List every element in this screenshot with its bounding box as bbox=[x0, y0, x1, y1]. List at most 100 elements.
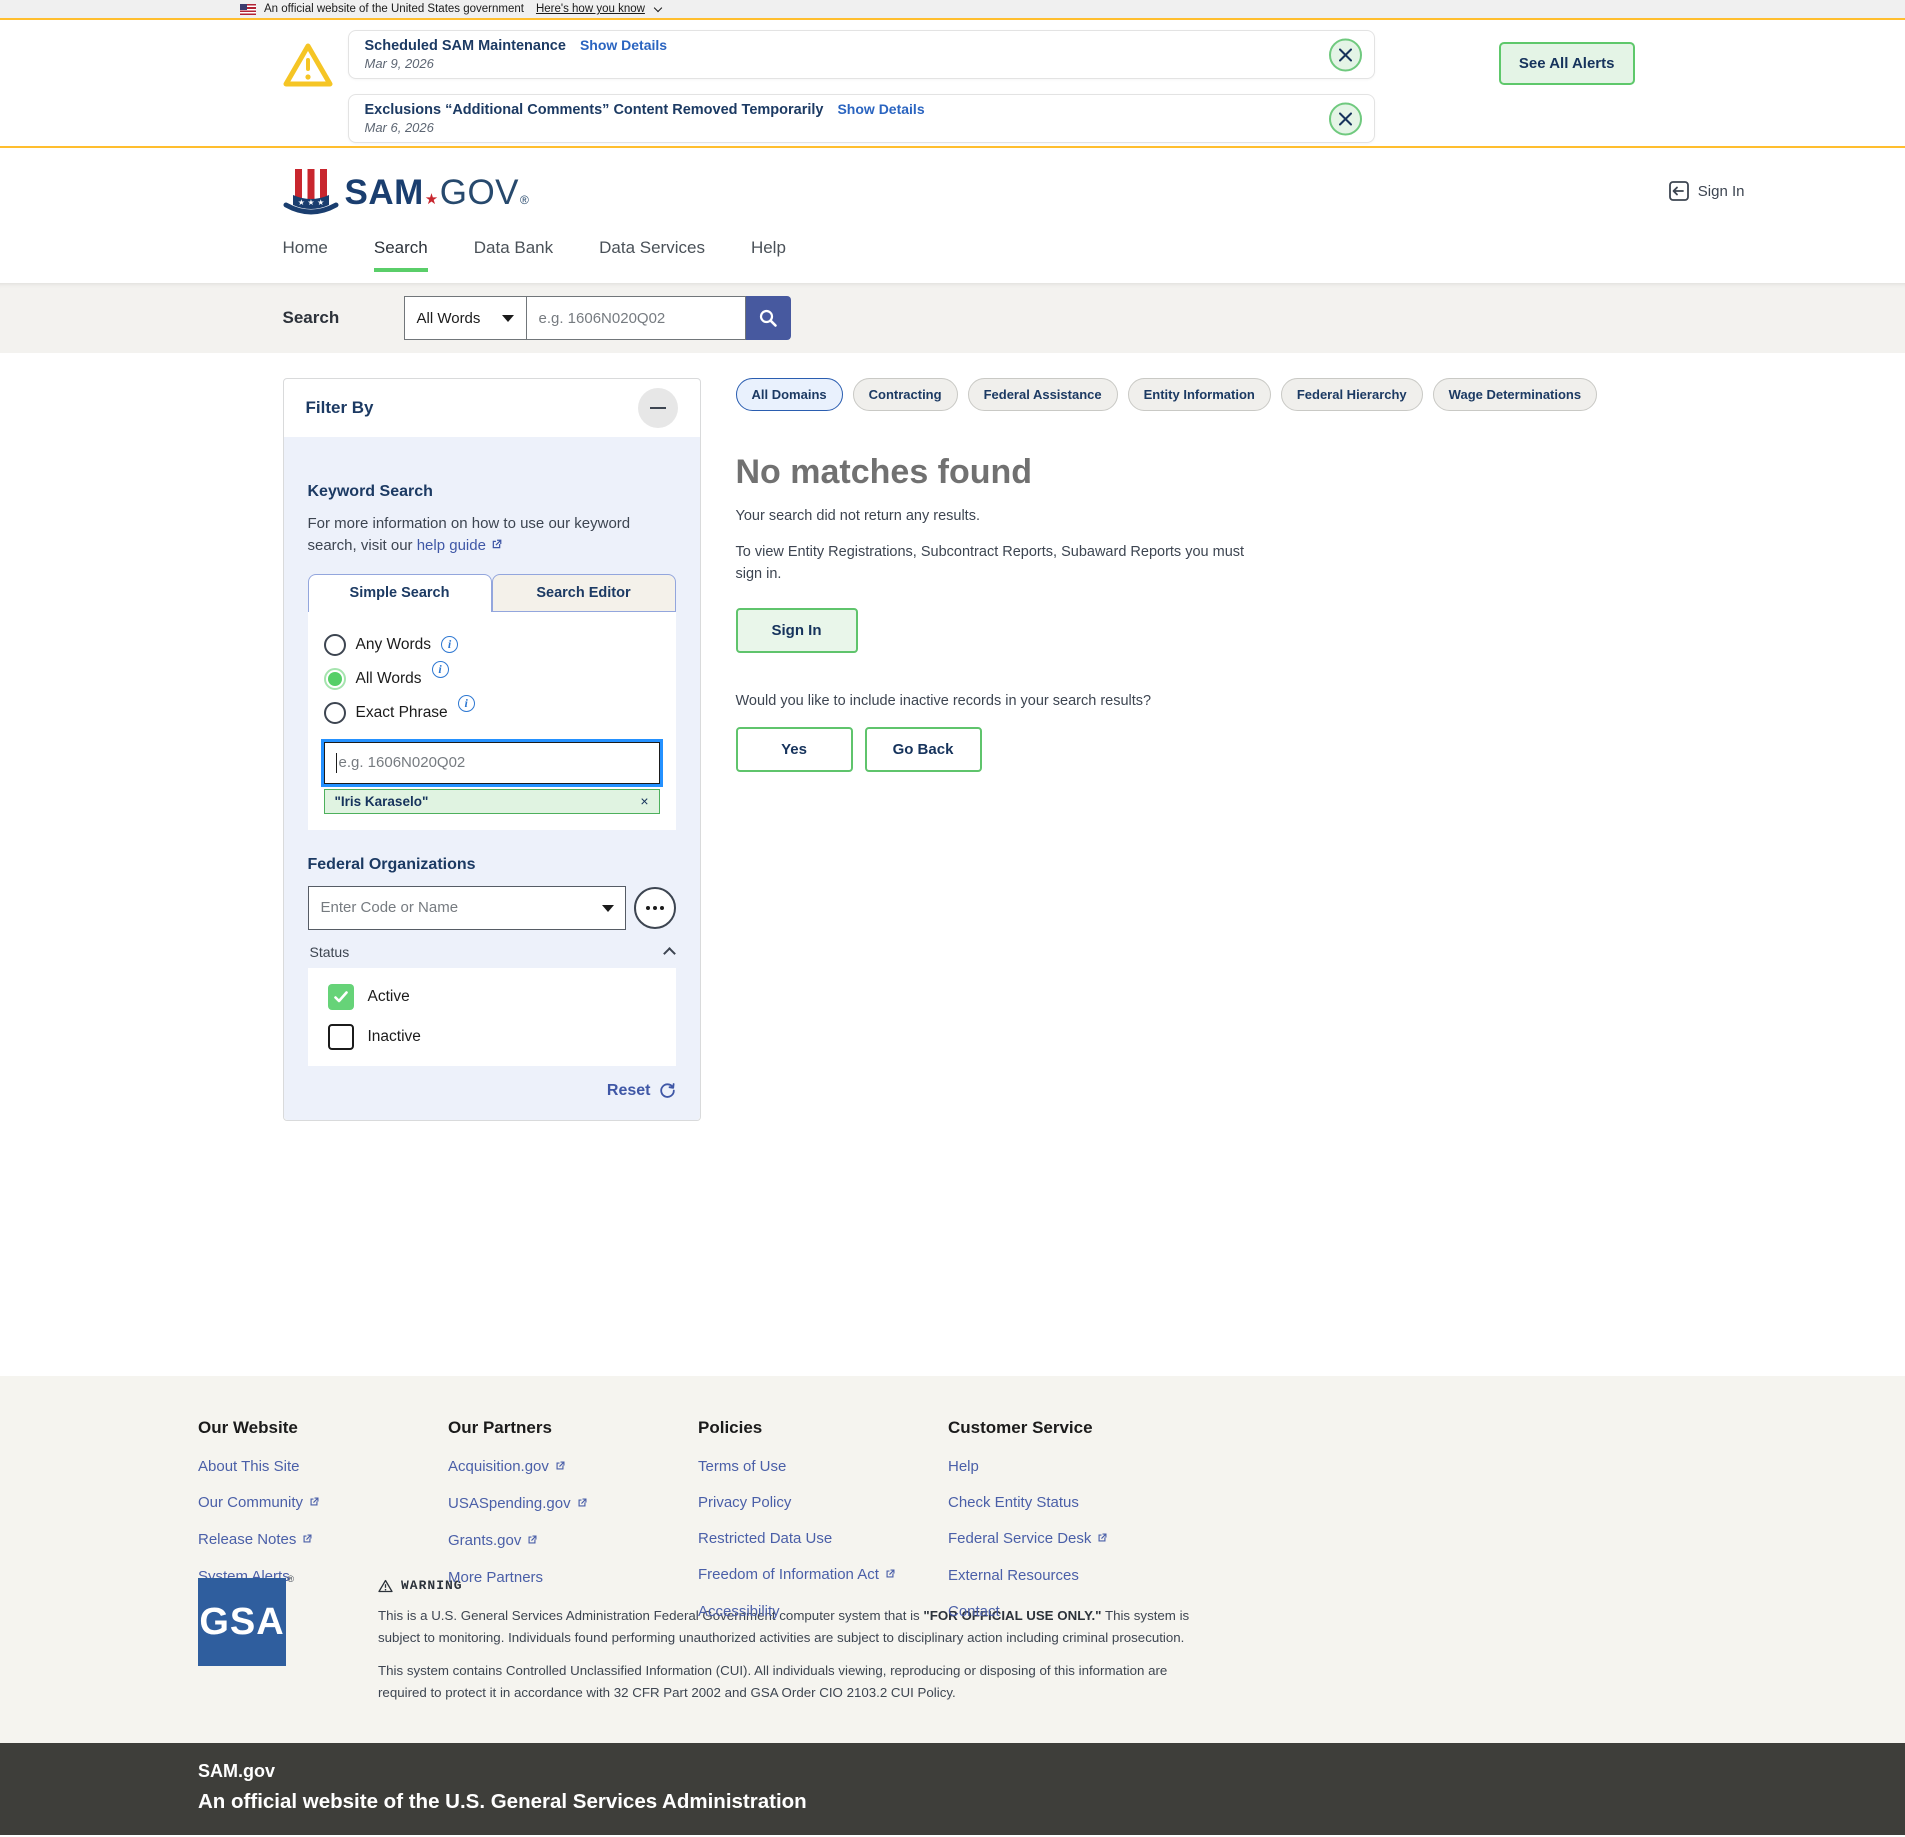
footer-col-customer-service: Customer Service Help Check Entity Statu… bbox=[948, 1418, 1198, 1639]
site-header: ★ ★ ★ SAM ★ GOV ® Sign In bbox=[0, 148, 1905, 238]
logo-sam-text: SAM bbox=[345, 173, 424, 213]
radio-exact-phrase-label: Exact Phrase bbox=[356, 704, 448, 722]
global-search-input[interactable] bbox=[527, 296, 746, 340]
federal-org-input[interactable] bbox=[308, 886, 626, 930]
footer-link-check-entity-status[interactable]: Check Entity Status bbox=[948, 1494, 1198, 1511]
footer-link-restricted-data-use[interactable]: Restricted Data Use bbox=[698, 1530, 948, 1547]
footer-link-external-resources[interactable]: External Resources bbox=[948, 1567, 1198, 1584]
active-checkbox[interactable] bbox=[328, 984, 354, 1010]
help-guide-link[interactable]: help guide bbox=[417, 537, 486, 554]
radio-any-words[interactable] bbox=[324, 634, 346, 656]
nav-help[interactable]: Help bbox=[751, 238, 786, 268]
footer-link-accessibility[interactable]: Accessibility bbox=[698, 1603, 948, 1620]
alert-list: Scheduled SAM Maintenance Show Details M… bbox=[348, 30, 1375, 143]
no-matches-title: No matches found bbox=[736, 453, 1623, 492]
pill-federal-assistance[interactable]: Federal Assistance bbox=[968, 378, 1118, 411]
filter-by-title: Filter By bbox=[306, 398, 374, 418]
close-alert-button[interactable] bbox=[1329, 38, 1362, 71]
go-back-button[interactable]: Go Back bbox=[865, 727, 982, 772]
nav-data-bank[interactable]: Data Bank bbox=[474, 238, 553, 268]
more-options-button[interactable] bbox=[634, 887, 676, 929]
nav-home[interactable]: Home bbox=[283, 238, 328, 268]
pill-wage-determinations[interactable]: Wage Determinations bbox=[1433, 378, 1597, 411]
main-content: Filter By Keyword Search For more inform… bbox=[283, 353, 1623, 1376]
active-label: Active bbox=[368, 988, 410, 1006]
inactive-records-question: Would you like to include inactive recor… bbox=[736, 693, 1623, 709]
keyword-search-tabs: Simple Search Search Editor bbox=[308, 574, 676, 612]
pill-contracting[interactable]: Contracting bbox=[853, 378, 958, 411]
pill-federal-hierarchy[interactable]: Federal Hierarchy bbox=[1281, 378, 1423, 411]
footer-col-title: Policies bbox=[698, 1418, 948, 1438]
footer-link-about-this-site[interactable]: About This Site bbox=[198, 1458, 448, 1475]
footer-col-title: Customer Service bbox=[948, 1418, 1198, 1438]
show-details-link[interactable]: Show Details bbox=[837, 101, 924, 117]
header-sign-in-link[interactable]: Sign In bbox=[1668, 180, 1745, 202]
remove-chip-button[interactable]: × bbox=[640, 794, 648, 808]
filter-panel: Filter By Keyword Search For more inform… bbox=[283, 378, 701, 1121]
info-icon[interactable]: i bbox=[432, 661, 449, 678]
footer-col-title: Our Website bbox=[198, 1418, 448, 1438]
see-all-alerts-button[interactable]: See All Alerts bbox=[1499, 42, 1635, 85]
search-bar-section: Search All Words bbox=[0, 283, 1905, 353]
pill-entity-information[interactable]: Entity Information bbox=[1128, 378, 1271, 411]
gsa-logo: GSA bbox=[198, 1578, 286, 1666]
footer-link-our-community[interactable]: Our Community bbox=[198, 1494, 448, 1512]
show-details-link[interactable]: Show Details bbox=[580, 37, 667, 53]
info-icon[interactable]: i bbox=[458, 695, 475, 712]
nav-search[interactable]: Search bbox=[374, 238, 428, 272]
status-active-option[interactable]: Active bbox=[328, 984, 676, 1010]
alerts-section: Scheduled SAM Maintenance Show Details M… bbox=[0, 20, 1905, 148]
footer-link-acquisition-gov[interactable]: Acquisition.gov bbox=[448, 1458, 698, 1476]
federal-organizations-title: Federal Organizations bbox=[308, 856, 676, 874]
caret-down-icon[interactable] bbox=[602, 905, 614, 912]
footer-link-contact[interactable]: Contact bbox=[948, 1603, 1198, 1620]
reset-icon[interactable] bbox=[659, 1082, 676, 1099]
yes-button[interactable]: Yes bbox=[736, 727, 853, 772]
chevron-down-icon bbox=[654, 3, 662, 11]
radio-exact-phrase[interactable] bbox=[324, 702, 346, 724]
footer-link-more-partners[interactable]: More Partners bbox=[448, 1569, 698, 1586]
star-icon: ★ bbox=[425, 190, 439, 208]
info-icon[interactable]: i bbox=[441, 636, 458, 653]
search-submit-button[interactable] bbox=[746, 296, 791, 340]
footer-link-federal-service-desk[interactable]: Federal Service Desk bbox=[948, 1530, 1198, 1548]
sign-in-button[interactable]: Sign In bbox=[736, 608, 858, 653]
tab-simple-search[interactable]: Simple Search bbox=[308, 574, 492, 612]
search-mode-value: All Words bbox=[417, 310, 481, 327]
external-link-icon bbox=[301, 1533, 313, 1545]
footer-link-privacy-policy[interactable]: Privacy Policy bbox=[698, 1494, 948, 1511]
close-icon bbox=[1339, 112, 1352, 125]
sign-in-icon bbox=[1668, 180, 1690, 202]
tab-search-editor[interactable]: Search Editor bbox=[492, 574, 676, 612]
radio-all-words[interactable] bbox=[324, 668, 346, 690]
search-icon bbox=[758, 308, 778, 328]
reset-filters-link[interactable]: Reset bbox=[607, 1082, 651, 1100]
status-inactive-option[interactable]: Inactive bbox=[328, 1024, 676, 1050]
footer-link-release-notes[interactable]: Release Notes bbox=[198, 1531, 448, 1549]
footer-link-usaspending-gov[interactable]: USASpending.gov bbox=[448, 1495, 698, 1513]
footer-link-foia[interactable]: Freedom of Information Act bbox=[698, 1566, 948, 1584]
status-options: Active Inactive bbox=[308, 968, 676, 1066]
svg-text:★ ★ ★: ★ ★ ★ bbox=[297, 198, 324, 207]
nav-data-services[interactable]: Data Services bbox=[599, 238, 705, 268]
footer-link-terms-of-use[interactable]: Terms of Use bbox=[698, 1458, 948, 1475]
chevron-up-icon[interactable] bbox=[663, 947, 676, 960]
bottom-footer: SAM.gov An official website of the U.S. … bbox=[0, 1743, 1905, 1835]
keyword-search-input[interactable] bbox=[324, 742, 660, 784]
how-you-know-link[interactable]: Here's how you know bbox=[536, 3, 645, 15]
sam-gov-logo[interactable]: ★ ★ ★ SAM ★ GOV ® bbox=[283, 167, 530, 219]
search-mode-select[interactable]: All Words bbox=[404, 296, 527, 340]
collapse-filters-button[interactable] bbox=[638, 388, 678, 428]
inactive-checkbox[interactable] bbox=[328, 1024, 354, 1050]
keyword-chip: "Iris Karaselo" × bbox=[324, 789, 660, 814]
registered-mark: ® bbox=[520, 193, 529, 207]
footer-link-grants-gov[interactable]: Grants.gov bbox=[448, 1532, 698, 1550]
registered-mark: ® bbox=[287, 1574, 294, 1584]
pill-all-domains[interactable]: All Domains bbox=[736, 378, 843, 411]
footer-col-title: Our Partners bbox=[448, 1418, 698, 1438]
close-alert-button[interactable] bbox=[1329, 102, 1362, 135]
footer-link-help[interactable]: Help bbox=[948, 1458, 1198, 1475]
keyword-search-title: Keyword Search bbox=[308, 483, 676, 501]
logo-gov-text: GOV bbox=[440, 173, 519, 213]
ellipsis-icon bbox=[646, 906, 650, 910]
